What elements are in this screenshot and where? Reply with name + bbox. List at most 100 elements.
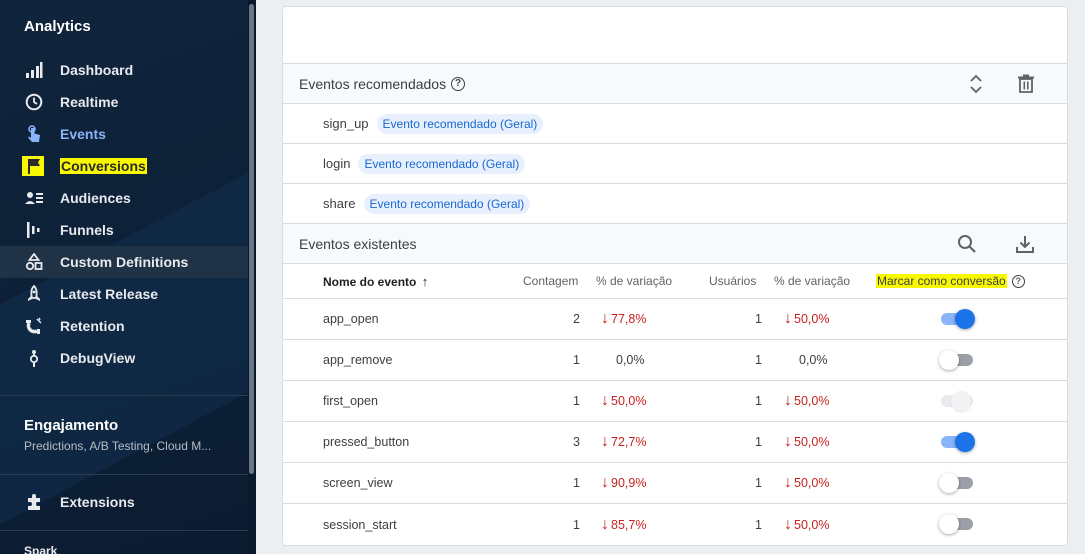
column-header-users[interactable]: Usuários — [709, 274, 756, 288]
conversion-toggle — [939, 391, 975, 411]
users-count: 1 — [755, 394, 762, 408]
count-change: 0,0% — [616, 353, 645, 367]
sidebar-item-label: Funnels — [60, 222, 114, 238]
conversion-toggle[interactable] — [939, 473, 975, 493]
change-value: 50,0% — [794, 312, 830, 326]
users-count: 1 — [755, 517, 762, 532]
expand-collapse-icon[interactable] — [968, 73, 984, 98]
conversion-toggle[interactable] — [939, 309, 975, 329]
sidebar-section-title[interactable]: Engajamento — [24, 417, 118, 434]
event-count: 1 — [573, 353, 580, 367]
event-name[interactable]: app_open — [323, 312, 379, 326]
sidebar-item-label: Audiences — [60, 190, 131, 206]
magnet-icon — [24, 316, 44, 336]
event-count: 1 — [573, 394, 580, 408]
sidebar-item-realtime[interactable]: Realtime — [0, 86, 248, 118]
sort-arrow-up-icon: ↑ — [421, 274, 429, 289]
card-top-area — [283, 7, 1067, 64]
sidebar-item-extensions[interactable]: Extensions — [24, 492, 135, 512]
column-header-count-change[interactable]: % de variação — [596, 274, 672, 288]
help-icon[interactable]: ? — [1011, 274, 1025, 288]
arrow-down-icon: ↓ — [601, 433, 609, 450]
arrow-down-icon: ↓ — [784, 474, 792, 491]
search-icon[interactable] — [957, 234, 977, 257]
sidebar-nav: Dashboard Realtime Events Conversions Au… — [0, 54, 248, 374]
conversion-toggle[interactable] — [939, 350, 975, 370]
sidebar-item-latest-release[interactable]: Latest Release — [0, 278, 248, 310]
sidebar-item-dashboard[interactable]: Dashboard — [0, 54, 248, 86]
count-change: ↓ 85,7% — [601, 515, 647, 533]
column-header-count[interactable]: Contagem — [523, 274, 578, 288]
column-header-conversion: Marcar como conversão ? — [876, 274, 1025, 288]
change-value: 90,9% — [611, 476, 647, 490]
events-card: Eventos recomendados ? sign_up Evento re… — [282, 6, 1068, 546]
list-item: sign_up Evento recomendado (Geral) — [283, 104, 1067, 144]
delete-icon[interactable] — [1017, 74, 1035, 97]
column-header-name[interactable]: Nome do evento ↑ — [323, 274, 428, 289]
list-item: login Evento recomendado (Geral) — [283, 144, 1067, 184]
download-icon[interactable] — [1015, 234, 1035, 257]
recommended-event-name: share — [323, 196, 356, 211]
event-name[interactable]: screen_view — [323, 476, 392, 490]
count-change: ↓ 90,9% — [601, 474, 647, 491]
change-value: 72,7% — [611, 435, 647, 449]
arrow-down-icon: ↓ — [601, 310, 609, 327]
users-change: ↓ 50,0% — [784, 310, 830, 327]
puzzle-icon — [24, 492, 44, 512]
count-change: ↓ 77,8% — [601, 310, 646, 327]
sidebar-scroll-thumb[interactable] — [249, 4, 254, 474]
sidebar-item-custom-definitions[interactable]: Custom Definitions — [0, 246, 248, 278]
sidebar-item-conversions[interactable]: Conversions — [0, 150, 248, 182]
users-count: 1 — [755, 312, 762, 326]
recommended-title: Eventos recomendados ? — [299, 76, 466, 92]
arrow-down-icon: ↓ — [784, 433, 792, 450]
users-change: ↓ 50,0% — [784, 433, 829, 450]
count-change: ↓ 72,7% — [601, 433, 647, 450]
shapes-icon — [24, 252, 44, 272]
arrow-down-icon: ↓ — [601, 515, 609, 533]
arrow-down-icon: ↓ — [784, 515, 792, 533]
recommended-chip: Evento recomendado (Geral) — [363, 193, 531, 214]
help-icon[interactable]: ? — [451, 76, 466, 91]
sidebar-scrollbar[interactable] — [248, 0, 256, 554]
conversion-toggle[interactable] — [939, 432, 975, 452]
sidebar-item-retention[interactable]: Retention — [0, 310, 248, 342]
users-change: ↓ 50,0% — [784, 515, 829, 533]
sidebar-item-label: Extensions — [60, 494, 135, 510]
recommended-chip: Evento recomendado (Geral) — [376, 113, 544, 134]
column-header-users-change[interactable]: % de variação — [774, 274, 850, 288]
recommended-event-name: sign_up — [323, 116, 369, 131]
sidebar-item-funnels[interactable]: Funnels — [0, 214, 248, 246]
event-name[interactable]: pressed_button — [323, 435, 409, 449]
debug-icon — [24, 348, 44, 368]
event-name[interactable]: app_remove — [323, 353, 393, 367]
event-name[interactable]: first_open — [323, 394, 378, 408]
change-value: 0,0% — [616, 353, 645, 367]
sidebar-item-events[interactable]: Events — [0, 118, 248, 150]
event-count: 3 — [573, 435, 580, 449]
audience-icon — [24, 188, 44, 208]
change-value: 85,7% — [611, 517, 647, 532]
sidebar-item-label: Realtime — [60, 94, 119, 110]
sidebar-section-subtitle: Predictions, A/B Testing, Cloud M... — [24, 439, 212, 453]
sidebar-item-label: Retention — [60, 318, 125, 334]
table-row: first_open 1 ↓ 50,0% 1 ↓ 50,0% — [283, 381, 1067, 422]
sidebar-item-label: DebugView — [60, 350, 136, 366]
arrow-down-icon: ↓ — [784, 310, 792, 327]
table-row: app_open 2 ↓ 77,8% 1 ↓ 50,0% — [283, 299, 1067, 340]
column-header-label: Marcar como conversão — [876, 274, 1007, 288]
plan-label: Spark — [24, 544, 58, 554]
bar-chart-icon — [24, 60, 44, 80]
sidebar-divider — [0, 395, 248, 396]
event-name[interactable]: session_start — [323, 518, 397, 532]
sidebar-item-debugview[interactable]: DebugView — [0, 342, 248, 374]
arrow-down-icon: ↓ — [601, 474, 609, 491]
sidebar-item-audiences[interactable]: Audiences — [0, 182, 248, 214]
app-title: Analytics — [24, 18, 91, 35]
event-count: 2 — [573, 312, 580, 326]
conversion-toggle[interactable] — [939, 514, 975, 534]
arrow-down-icon: ↓ — [601, 392, 609, 409]
sidebar-item-label: Conversions — [60, 158, 147, 174]
change-value: 50,0% — [794, 476, 830, 490]
recommended-header: Eventos recomendados ? — [283, 64, 1067, 104]
